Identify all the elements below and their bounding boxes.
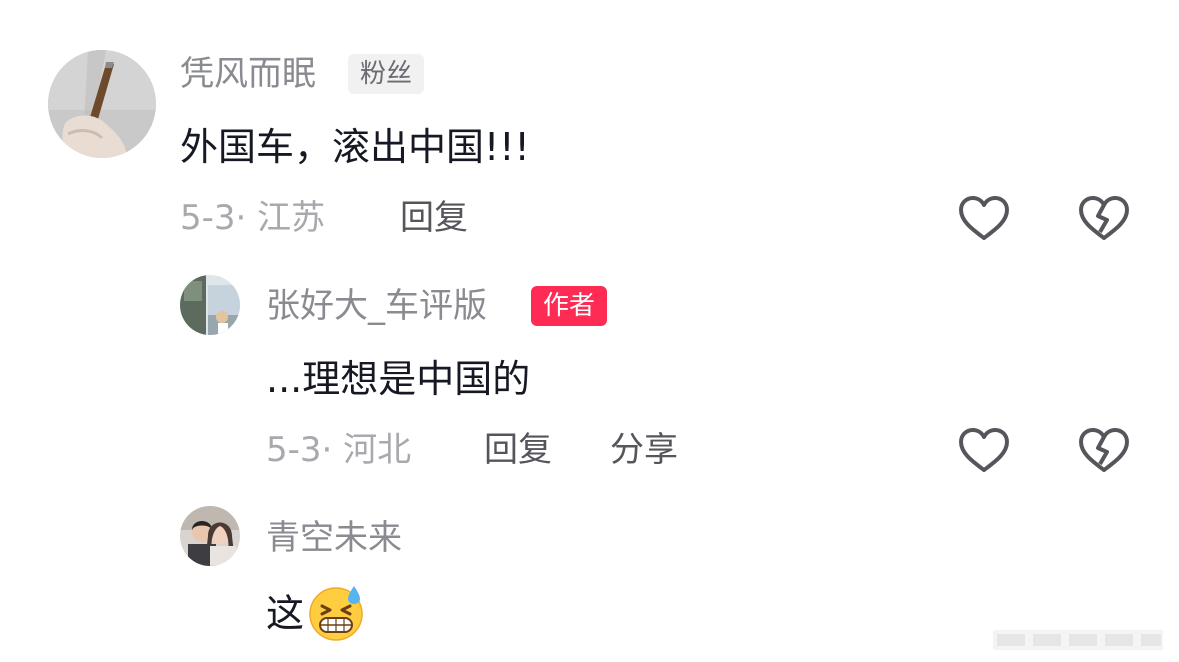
comment-text-body: 这: [266, 591, 305, 636]
grinning-sweat-emoji: [306, 582, 366, 642]
share-button[interactable]: 分享: [610, 430, 678, 470]
comment-username[interactable]: 凭风而眠: [180, 54, 316, 94]
heart-outline-icon[interactable]: [958, 194, 1010, 242]
comment-text: 外国车，滚出中国!!!: [180, 125, 530, 169]
author-badge: 作者: [531, 286, 608, 326]
reply-button[interactable]: 回复: [484, 430, 552, 470]
comment-text: 这: [266, 586, 366, 646]
broken-heart-icon[interactable]: [1078, 426, 1130, 474]
comment-username[interactable]: 张好大_车评版: [266, 286, 487, 326]
watermark: [993, 630, 1163, 650]
avatar[interactable]: [180, 275, 240, 335]
reply-button[interactable]: 回复: [400, 198, 468, 238]
comment-meta: 5-3· 江苏: [180, 198, 326, 238]
broken-heart-icon[interactable]: [1078, 194, 1130, 242]
avatar[interactable]: [180, 506, 240, 566]
fan-badge: 粉丝: [348, 54, 425, 94]
comment-text: ...理想是中国的: [266, 357, 531, 401]
avatar[interactable]: [48, 50, 156, 158]
comment-meta: 5-3· 河北: [266, 430, 412, 470]
heart-outline-icon[interactable]: [958, 426, 1010, 474]
comment-username[interactable]: 青空未来: [266, 518, 402, 558]
